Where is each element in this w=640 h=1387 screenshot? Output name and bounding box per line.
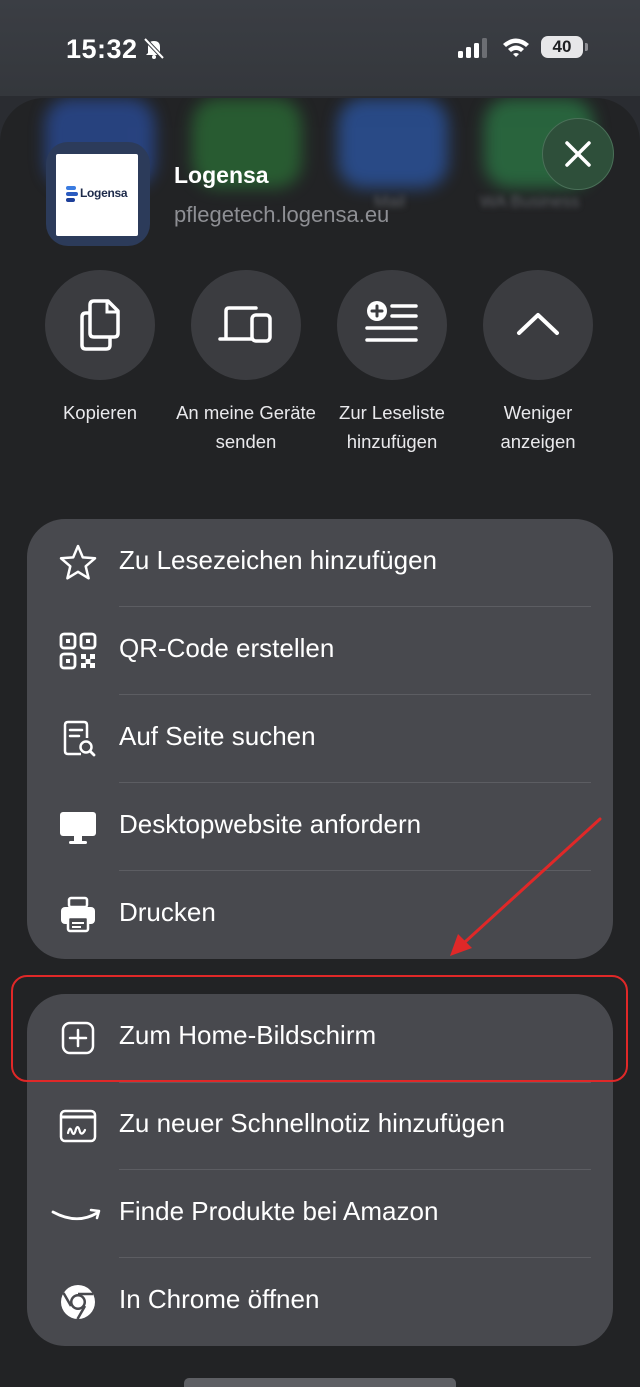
- blurred-app-label-wa-business: WA Business: [480, 192, 580, 211]
- menu-item-open-in-chrome[interactable]: In Chrome öffnen: [27, 1258, 613, 1346]
- menu-item-label: In Chrome öffnen: [119, 1284, 320, 1314]
- annotation-arrow-icon: [450, 817, 602, 956]
- action-send-to-devices-label: An meine Geräte senden: [176, 402, 316, 452]
- menu-item-label: QR-Code erstellen: [119, 633, 335, 663]
- action-show-less-label: Weniger anzeigen: [500, 402, 576, 452]
- status-bar: 15:32 40: [0, 0, 640, 96]
- star-icon: [59, 544, 97, 580]
- action-copy-circle[interactable]: [45, 270, 155, 380]
- action-show-less-circle[interactable]: [483, 270, 593, 380]
- menu-item-label: Zum Home-Bildschirm: [119, 1020, 377, 1050]
- close-button[interactable]: [542, 118, 614, 190]
- reading-list-add-icon: [365, 301, 418, 342]
- menu-item-find-on-page[interactable]: Auf Seite suchen: [27, 695, 613, 783]
- menu-item-label: Zu neuer Schnellnotiz hinzufügen: [119, 1108, 505, 1138]
- find-on-page-icon: [63, 720, 96, 757]
- desktop-icon: [60, 812, 96, 844]
- action-add-reading-list-circle[interactable]: [337, 270, 447, 380]
- menu-item-create-qr-code[interactable]: QR-Code erstellen: [27, 607, 613, 695]
- action-send-to-devices[interactable]: An meine Geräte senden: [173, 270, 319, 456]
- chrome-icon: [61, 1285, 95, 1320]
- action-send-to-devices-circle[interactable]: [191, 270, 301, 380]
- menu-item-label: Auf Seite suchen: [119, 721, 316, 751]
- wifi-icon: [502, 36, 530, 63]
- menu-item-amazon[interactable]: Finde Produkte bei Amazon: [27, 1170, 613, 1258]
- add-square-icon: [61, 1021, 95, 1055]
- menu-item-label: Finde Produkte bei Amazon: [119, 1196, 439, 1226]
- printer-icon: [61, 896, 95, 933]
- logo-wordmark: Logensa: [80, 186, 128, 200]
- devices-icon: [218, 306, 272, 343]
- site-icon: Logensa: [46, 142, 150, 246]
- logensa-logo: Logensa: [56, 154, 138, 236]
- site-url: pflegetech.logensa.eu: [174, 202, 390, 227]
- menu-item-add-to-home-screen[interactable]: Zum Home-Bildschirm: [27, 994, 613, 1082]
- qr-code-icon: [59, 632, 97, 670]
- site-title: Logensa: [174, 162, 269, 188]
- menu-item-label: Zu Lesezeichen hinzufügen: [119, 545, 438, 575]
- menu-item-add-quick-note[interactable]: Zu neuer Schnellnotiz hinzufügen: [27, 1082, 613, 1170]
- menu-item-add-bookmark[interactable]: Zu Lesezeichen hinzufügen: [27, 519, 613, 607]
- cellular-signal-icon: [458, 38, 490, 63]
- row-divider: [119, 1082, 591, 1083]
- menu-group-secondary: Zum Home-Bildschirm Zu neuer Schnellnoti…: [27, 994, 613, 1346]
- amazon-icon: [51, 1208, 101, 1221]
- copy-icon: [80, 299, 120, 351]
- close-icon: [565, 141, 591, 167]
- home-indicator: [184, 1378, 456, 1387]
- logensa-logo-mark: [66, 186, 78, 202]
- battery-indicator: 40: [541, 36, 583, 58]
- menu-item-label: Desktopwebsite anfordern: [119, 809, 422, 839]
- action-add-reading-list-label: Zur Leseliste hinzufügen: [339, 402, 445, 452]
- quick-note-icon: [59, 1109, 97, 1143]
- status-time: 15:32: [66, 34, 138, 64]
- action-copy[interactable]: Kopieren: [27, 270, 173, 427]
- battery-tip: [585, 43, 588, 51]
- blurred-mail-icon: [338, 98, 448, 188]
- action-copy-label: Kopieren: [62, 402, 138, 423]
- chevron-up-icon: [517, 313, 559, 335]
- silent-bell-icon: [142, 36, 166, 65]
- action-show-less[interactable]: Weniger anzeigen: [465, 270, 611, 456]
- action-add-reading-list[interactable]: Zur Leseliste hinzufügen: [319, 270, 465, 456]
- menu-item-label: Drucken: [119, 897, 216, 927]
